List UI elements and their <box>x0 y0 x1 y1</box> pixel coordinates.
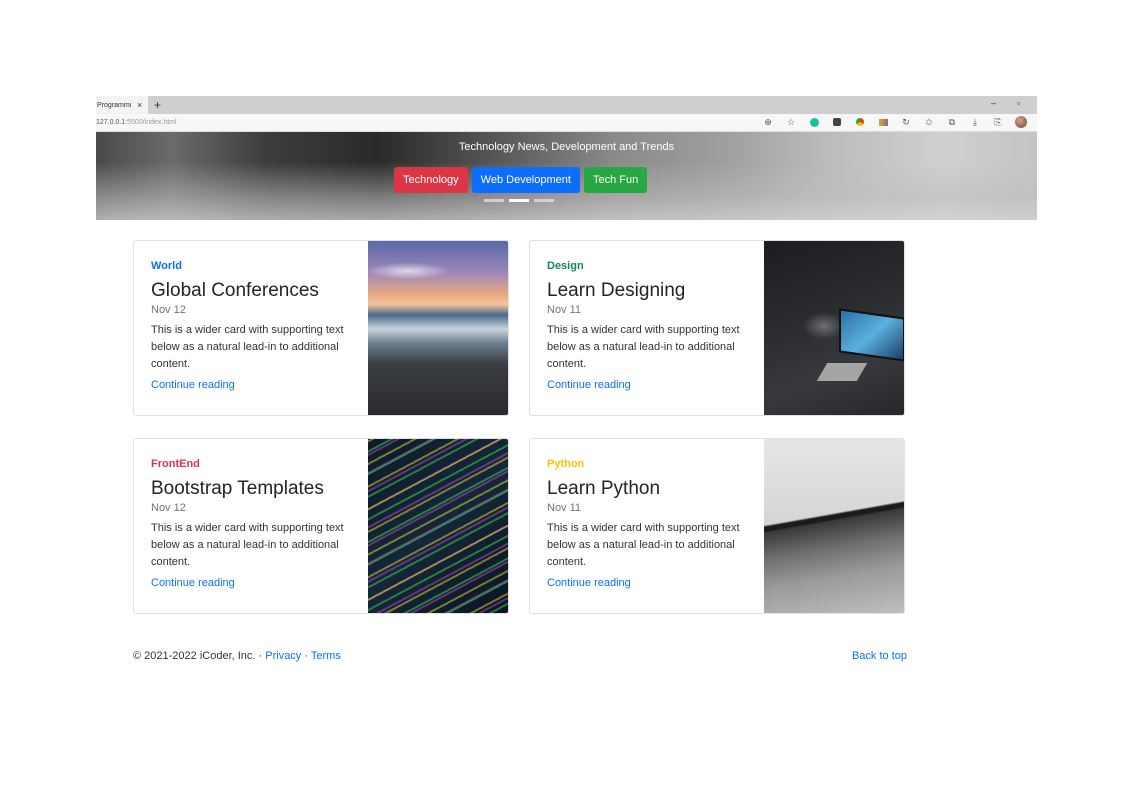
copyright-text: © 2021-2022 iCoder, Inc. · <box>133 650 263 662</box>
card-image <box>368 241 508 415</box>
continue-reading-link[interactable]: Continue reading <box>151 379 351 391</box>
card-date: Nov 12 <box>151 304 186 316</box>
terms-link[interactable]: Terms <box>311 650 341 662</box>
carousel-indicator-2[interactable] <box>509 199 529 202</box>
browser-tab[interactable]: Programmi × <box>96 96 148 114</box>
card-title: Learn Designing <box>547 280 686 301</box>
new-tab-button[interactable]: + <box>154 98 161 112</box>
card-text: This is a wider card with supporting tex… <box>151 522 344 568</box>
minimize-button[interactable]: – <box>991 98 996 108</box>
browser-window: Programmi × + – ▫ 127.0.0.1:5500/index.h… <box>96 96 1037 220</box>
technology-button[interactable]: Technology <box>394 167 468 193</box>
continue-reading-link[interactable]: Continue reading <box>151 577 351 589</box>
card-title: Learn Python <box>547 478 661 499</box>
card-frontend: FrontEnd Bootstrap Templates Nov 12 This… <box>133 438 509 614</box>
monitor-graphic <box>839 308 904 362</box>
continue-reading-link[interactable]: Continue reading <box>547 379 747 391</box>
favorites-icon[interactable]: ✩ <box>923 116 935 128</box>
footer-separator: · <box>304 650 309 662</box>
card-python: Python Learn Python Nov 11 This is a wid… <box>529 438 905 614</box>
card-image <box>368 439 508 613</box>
card-world: World Global Conferences Nov 12 This is … <box>133 240 509 416</box>
toolbar-icons: ⊕ ☆ ↻ ✩ ⧉ ⤓ ⎘ <box>762 116 1027 128</box>
collections-icon[interactable]: ⧉ <box>946 116 958 128</box>
card-category: Python <box>547 458 585 470</box>
card-date: Nov 11 <box>547 304 582 316</box>
extension-icon[interactable] <box>831 116 843 128</box>
footer: © 2021-2022 iCoder, Inc. · Privacy · Ter… <box>133 650 907 662</box>
carousel-indicator-1[interactable] <box>484 199 504 202</box>
card-category: Design <box>547 260 584 272</box>
hero-subtitle: Technology News, Development and Trends <box>458 141 675 153</box>
carousel-indicators <box>484 199 554 202</box>
tab-bar: Programmi × + – ▫ <box>96 96 1037 114</box>
card-text: This is a wider card with supporting tex… <box>547 522 740 568</box>
close-icon[interactable]: × <box>137 100 142 110</box>
profile-avatar-icon[interactable] <box>1015 116 1027 128</box>
carousel-indicator-3[interactable] <box>534 199 554 202</box>
card-image <box>764 439 904 613</box>
refresh-icon[interactable]: ↻ <box>900 116 912 128</box>
share-icon[interactable]: ⎘ <box>992 116 1004 128</box>
extension-icon-3[interactable] <box>877 116 889 128</box>
continue-reading-link[interactable]: Continue reading <box>547 577 747 589</box>
tab-title: Programmi <box>97 101 132 109</box>
card-title: Global Conferences <box>151 280 319 301</box>
card-date: Nov 12 <box>151 502 186 514</box>
downloads-icon[interactable]: ⤓ <box>969 116 981 128</box>
keyboard-graphic <box>816 363 868 381</box>
card-category: FrontEnd <box>151 458 200 470</box>
card-design: Design Learn Designing Nov 11 This is a … <box>529 240 905 416</box>
address-bar[interactable]: 127.0.0.1:5500/index.html ⊕ ☆ ↻ ✩ ⧉ ⤓ ⎘ <box>96 114 1037 132</box>
card-image <box>764 241 904 415</box>
hero-carousel: Technology News, Development and Trends … <box>96 132 1037 220</box>
extension-icon-2[interactable] <box>854 116 866 128</box>
card-text: This is a wider card with supporting tex… <box>547 324 740 370</box>
zoom-icon[interactable]: ⊕ <box>762 116 774 128</box>
favorite-add-icon[interactable]: ☆ <box>785 116 797 128</box>
restore-button[interactable]: ▫ <box>1017 98 1020 108</box>
grammarly-icon[interactable] <box>808 116 820 128</box>
card-category: World <box>151 260 182 272</box>
privacy-link[interactable]: Privacy <box>265 650 301 662</box>
tech-fun-button[interactable]: Tech Fun <box>583 167 648 193</box>
card-title: Bootstrap Templates <box>151 478 324 499</box>
hero-buttons: Technology Web Development Tech Fun <box>394 167 648 193</box>
web-development-button[interactable]: Web Development <box>471 167 580 193</box>
card-date: Nov 11 <box>547 502 582 514</box>
back-to-top-link[interactable]: Back to top <box>852 650 907 662</box>
card-text: This is a wider card with supporting tex… <box>151 324 344 370</box>
address-url[interactable]: 127.0.0.1:5500/index.html <box>96 119 177 126</box>
